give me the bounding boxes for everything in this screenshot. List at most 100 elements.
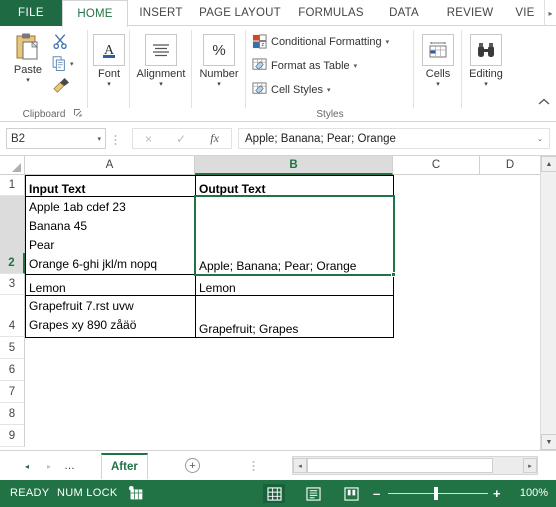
font-button[interactable]: A Font ▾ — [92, 34, 126, 89]
format-painter-icon — [53, 78, 69, 93]
cells-button[interactable]: Cells ▾ — [421, 34, 455, 89]
status-bar: READY NUM LOCK – + 100% — [0, 480, 556, 507]
formula-bar: B2 ▾ × ✓ fx Apple; Banana; Pear; Orange … — [0, 122, 556, 156]
hscroll-left-button[interactable]: ◂ — [293, 458, 307, 473]
copy-button[interactable]: ▾ — [52, 56, 74, 72]
collapse-ribbon-button[interactable] — [538, 98, 550, 108]
tab-home[interactable]: HOME — [62, 0, 128, 27]
page-break-view-button[interactable] — [340, 484, 362, 503]
zoom-slider-track[interactable] — [388, 493, 488, 494]
format-as-table-button[interactable]: Format as Table ▾ — [252, 58, 357, 73]
formula-bar-handle[interactable] — [114, 134, 117, 148]
row-header-9[interactable]: 9 — [0, 425, 25, 447]
hscroll-thumb[interactable] — [307, 458, 493, 473]
chevron-down-icon[interactable]: ⌄ — [537, 135, 543, 143]
column-header-d[interactable]: D — [480, 156, 540, 175]
cell-b3[interactable]: Lemon — [195, 274, 394, 296]
ribbon-group-number: % Number ▾ — [192, 26, 246, 122]
macro-record-button[interactable] — [128, 486, 143, 500]
tab-insert[interactable]: INSERT — [130, 0, 192, 26]
cell-b4[interactable]: Grapefruit; Grapes — [195, 295, 394, 338]
select-all-button[interactable] — [0, 156, 25, 175]
tab-review-label: REVIEW — [446, 7, 494, 19]
row-header-2-spill — [0, 196, 25, 253]
name-box[interactable]: B2 ▾ — [6, 128, 106, 149]
column-header-a[interactable]: A — [25, 156, 195, 175]
scroll-up-button[interactable]: ▲ — [541, 156, 556, 172]
last-sheet-button[interactable]: ▸ — [42, 459, 56, 473]
paste-button[interactable]: Paste ▾ — [6, 32, 50, 85]
fill-handle[interactable] — [391, 272, 396, 277]
number-button[interactable]: % Number ▾ — [199, 34, 239, 89]
tab-scroll-right-button[interactable]: ▸ — [544, 0, 556, 26]
tab-page-layout[interactable]: PAGE LAYOUT — [192, 0, 288, 26]
row-header-3[interactable]: 3 — [0, 274, 25, 295]
conditional-formatting-label: Conditional Formatting — [271, 35, 382, 48]
page-break-view-icon — [343, 486, 359, 501]
clipboard-dialog-launcher[interactable] — [74, 109, 82, 119]
column-header-b[interactable]: B — [195, 156, 393, 175]
cell-a4[interactable]: Grapefruit 7.rst uvw Grapes xy 890 zåäö — [25, 295, 196, 338]
sheet-tab-after[interactable]: After — [101, 453, 148, 479]
chevron-down-icon: ▾ — [159, 81, 163, 88]
cell-a2[interactable]: Apple 1ab cdef 23 Banana 45 Pear Orange … — [25, 196, 196, 275]
horizontal-scrollbar[interactable]: ◂ ▸ — [292, 456, 538, 475]
row-header-2[interactable]: 2 — [0, 253, 25, 274]
enter-icon[interactable]: ✓ — [176, 132, 186, 146]
sheet-bar-resize-handle[interactable] — [252, 460, 255, 474]
tab-formulas[interactable]: FORMULAS — [288, 0, 374, 26]
sheet-overflow-button[interactable]: … — [64, 460, 76, 472]
row-header-4[interactable]: 4 — [0, 316, 25, 337]
tab-view-label: VIE — [515, 7, 535, 19]
add-sheet-button[interactable]: + — [185, 458, 200, 473]
scroll-down-button[interactable]: ▼ — [541, 434, 556, 450]
cancel-icon[interactable]: × — [145, 132, 152, 146]
zoom-level-label[interactable]: 100% — [520, 487, 548, 499]
cell-b2[interactable]: Apple; Banana; Pear; Orange — [195, 196, 394, 275]
ribbon-group-cells: Cells ▾ — [414, 26, 462, 122]
cell-b1[interactable]: Output Text — [195, 175, 394, 197]
insert-function-icon[interactable]: fx — [210, 131, 219, 146]
ribbon-group-editing: Editing ▾ — [462, 26, 556, 122]
sheet-tab-after-label: After — [111, 461, 138, 473]
conditional-formatting-icon: ≠ — [252, 34, 267, 49]
editing-button[interactable]: Editing ▾ — [469, 34, 503, 89]
cell-a1[interactable]: Input Text — [25, 175, 196, 197]
zoom-in-button[interactable]: + — [493, 486, 501, 501]
zoom-slider-thumb[interactable] — [434, 487, 438, 500]
vertical-scrollbar[interactable]: ▲ ▼ — [540, 156, 556, 450]
tab-data[interactable]: DATA — [374, 0, 434, 26]
tab-file[interactable]: FILE — [0, 0, 62, 26]
normal-view-icon — [266, 486, 282, 501]
formula-input[interactable]: Apple; Banana; Pear; Orange ⌄ — [238, 128, 550, 149]
first-sheet-button[interactable]: ◂ — [20, 459, 34, 473]
row-header-8[interactable]: 8 — [0, 403, 25, 425]
caret-down-icon: ▼ — [545, 438, 553, 446]
tab-review[interactable]: REVIEW — [434, 0, 506, 26]
row-header-6[interactable]: 6 — [0, 359, 25, 381]
format-painter-button[interactable] — [52, 78, 70, 99]
cell-styles-button[interactable]: Cell Styles ▾ — [252, 82, 330, 97]
binoculars-icon — [478, 43, 494, 57]
row-header-7[interactable]: 7 — [0, 381, 25, 403]
column-header-c[interactable]: C — [393, 156, 480, 175]
alignment-label: Alignment — [136, 68, 186, 80]
ribbon: Paste ▾ ▾ Clipboard A Font ▾ Alignment ▾… — [0, 26, 556, 122]
align-lines-icon — [153, 44, 169, 57]
tab-view[interactable]: VIE — [506, 0, 544, 26]
row-header-1[interactable]: 1 — [0, 175, 25, 196]
tab-formulas-label: FORMULAS — [298, 7, 364, 19]
conditional-formatting-button[interactable]: ≠ Conditional Formatting ▾ — [252, 34, 389, 49]
hscroll-right-button[interactable]: ▸ — [523, 458, 537, 473]
alignment-button[interactable]: Alignment ▾ — [137, 34, 185, 89]
zoom-out-button[interactable]: – — [373, 486, 380, 501]
cell-a3[interactable]: Lemon — [25, 274, 196, 296]
chevron-down-icon: ▾ — [326, 86, 331, 94]
cut-button[interactable] — [52, 33, 69, 55]
normal-view-button[interactable] — [263, 484, 285, 503]
page-layout-view-button[interactable] — [302, 484, 324, 503]
row-header-5[interactable]: 5 — [0, 337, 25, 359]
chevron-down-icon: ▾ — [436, 81, 440, 88]
row-header-9-label: 9 — [8, 429, 16, 442]
ribbon-group-styles: ≠ Conditional Formatting ▾ Format as Tab… — [246, 26, 414, 122]
